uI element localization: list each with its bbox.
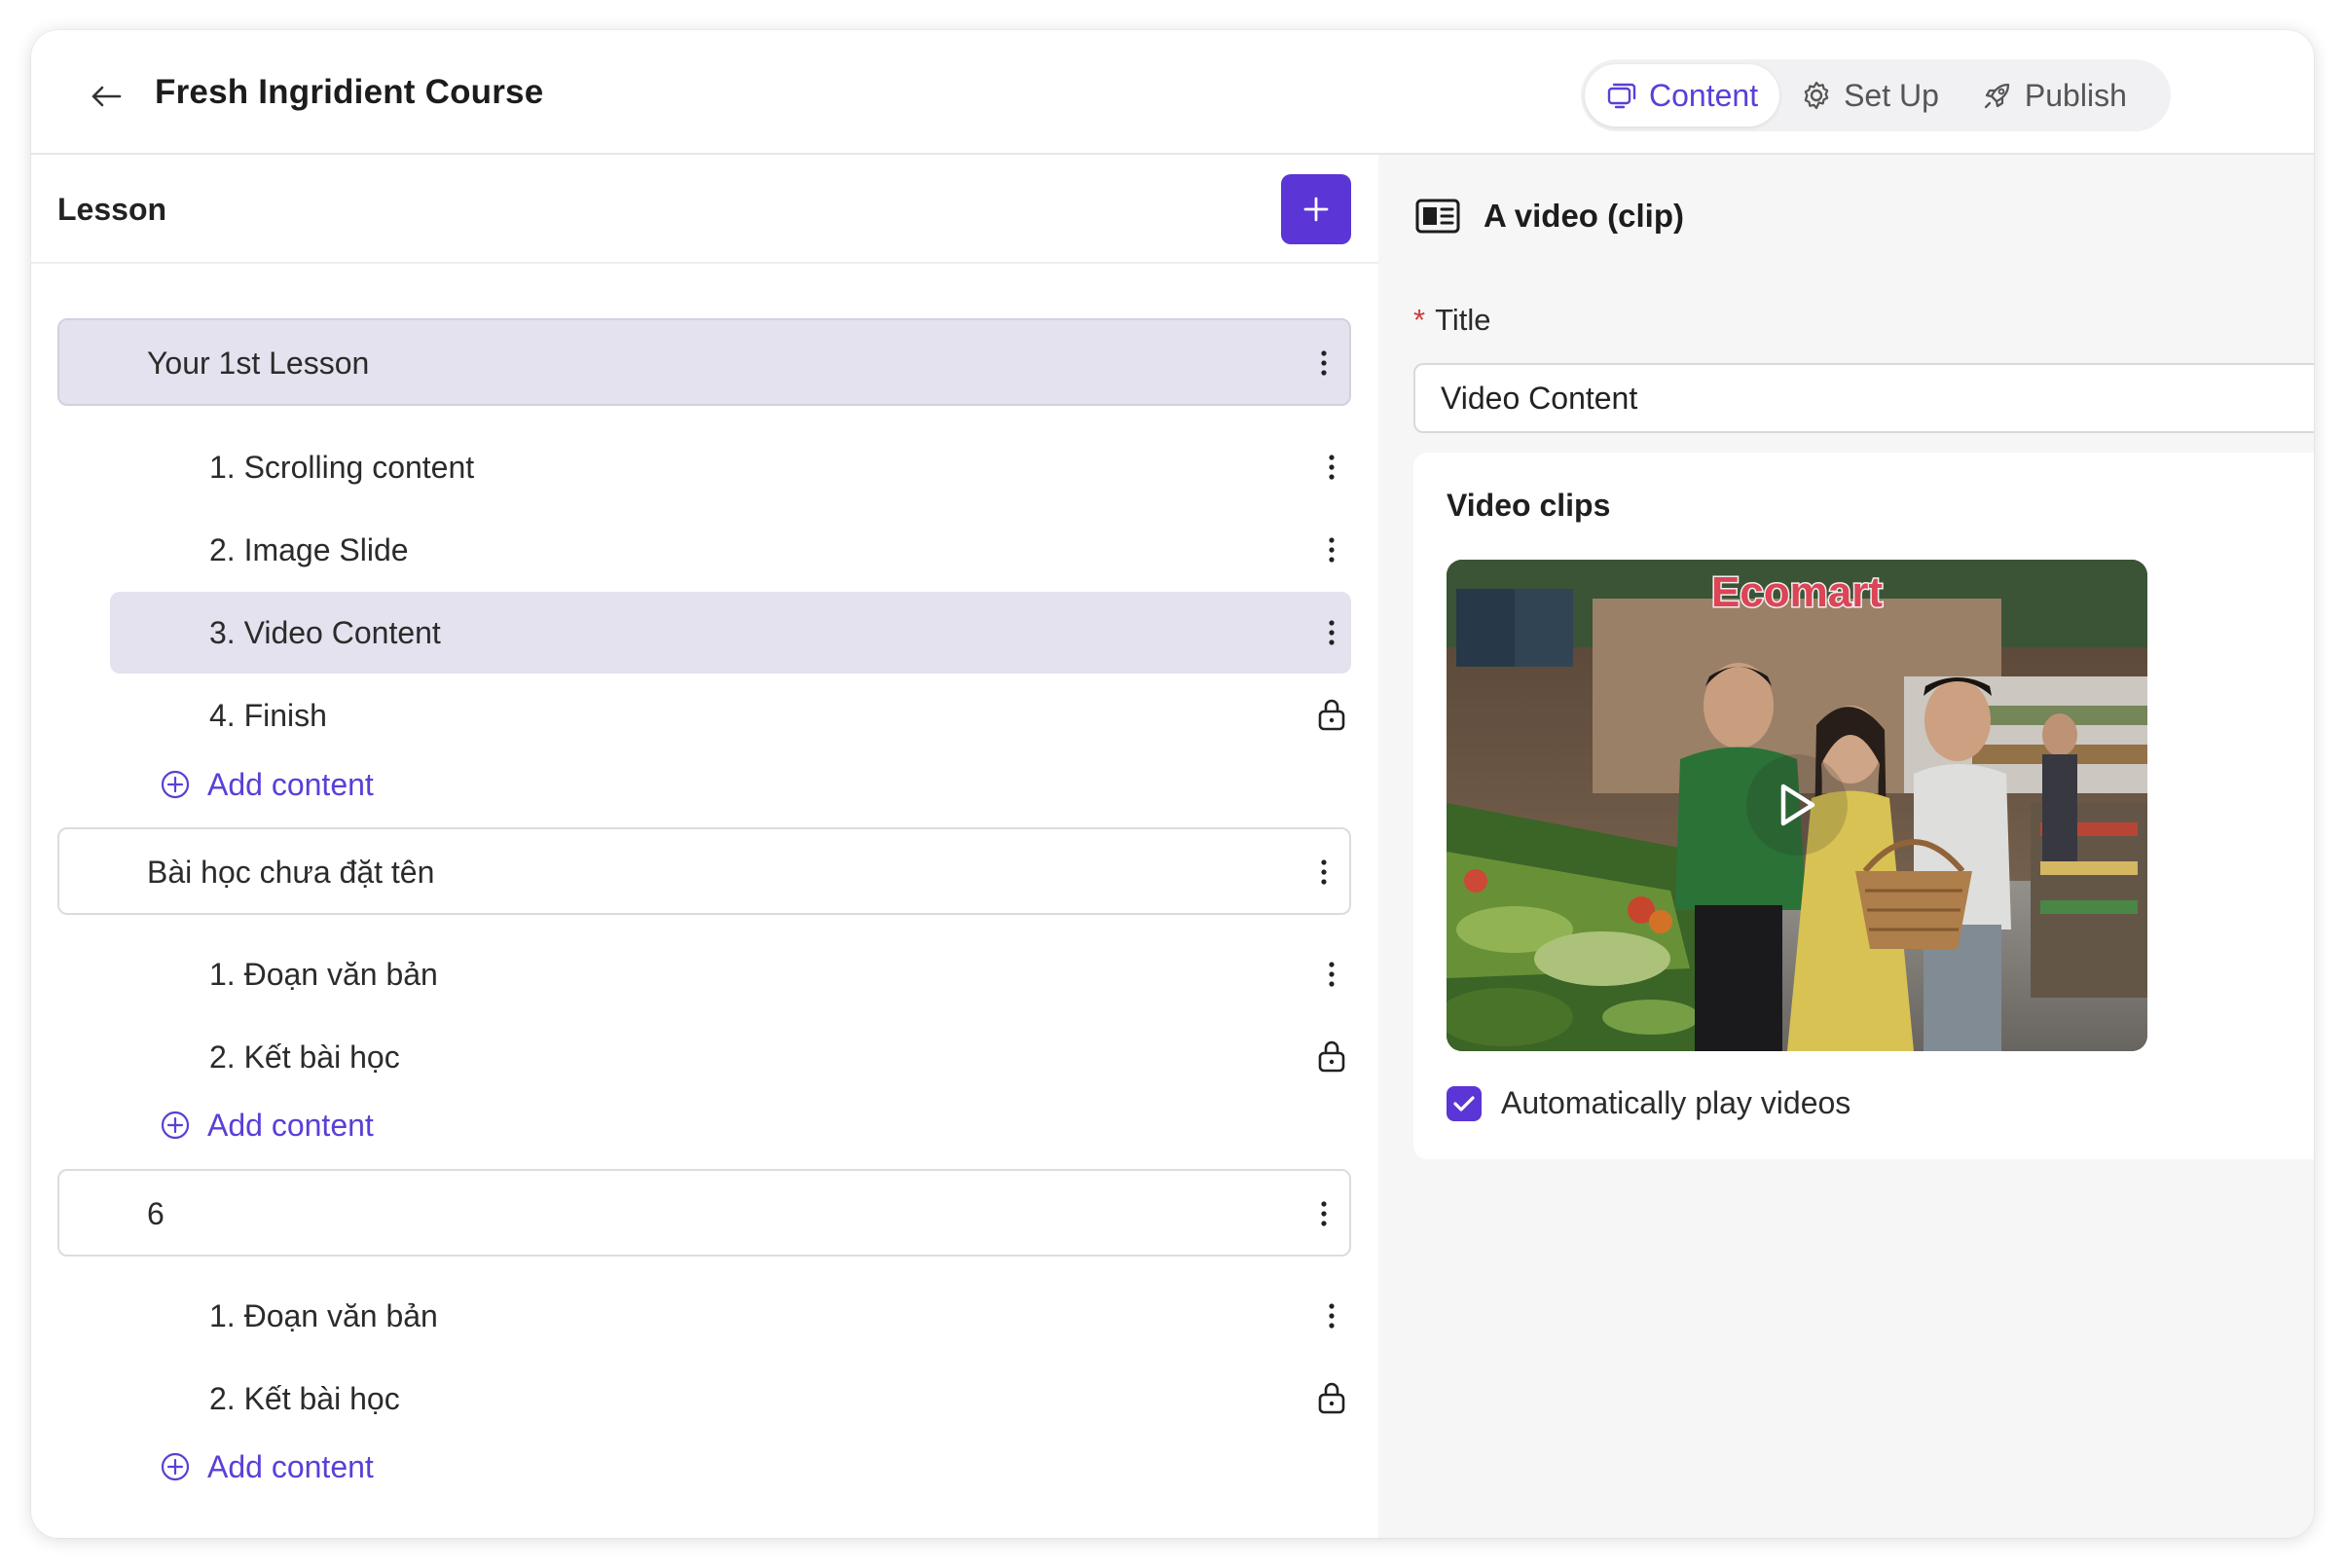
content-item-label: 1. Đoạn văn bản [209, 957, 438, 992]
plus-circle-icon [161, 770, 190, 799]
gear-icon [1804, 81, 1829, 110]
lesson-name: Your 1st Lesson [147, 346, 370, 381]
back-button[interactable] [82, 72, 130, 121]
plus-icon [1303, 197, 1329, 222]
more-vertical-icon [1321, 350, 1327, 376]
lesson-header: Lesson [31, 155, 1378, 264]
content-item-label: 2. Kết bài học [209, 1381, 400, 1416]
content-item-menu-button[interactable] [1317, 530, 1346, 569]
plus-circle-icon [161, 1111, 190, 1140]
add-content-label: Add content [207, 1448, 374, 1484]
content-type-header: A video (clip) [1415, 198, 1684, 235]
play-icon [1780, 784, 1815, 826]
content-item-label: 3. Video Content [209, 615, 441, 650]
tab-setup-label: Set Up [1844, 77, 1939, 113]
more-vertical-icon [1329, 962, 1335, 987]
mode-tabs: Content Set Up Publish [1581, 59, 2171, 131]
lesson-card[interactable]: Your 1st Lesson [57, 318, 1351, 406]
tab-publish[interactable]: Publish [1960, 64, 2148, 127]
add-content-button[interactable]: Add content [161, 1444, 374, 1489]
add-content-button[interactable]: Add content [161, 762, 374, 807]
plus-circle-icon [161, 1452, 190, 1481]
arrow-left-icon [92, 86, 122, 107]
play-button[interactable] [1746, 754, 1848, 856]
page-title: Fresh Ingridient Course [155, 73, 544, 111]
content-item[interactable]: 2. Image Slide [110, 509, 1351, 591]
content-item[interactable]: 4. Finish [110, 675, 1351, 756]
lesson-heading: Lesson [57, 192, 167, 227]
more-vertical-icon [1321, 1201, 1327, 1226]
video-card-icon [1415, 199, 1460, 234]
video-clips-card: Video clips Automatically play videos [1413, 453, 2314, 1159]
video-clips-heading: Video clips [1447, 488, 1611, 523]
content-icon [1607, 83, 1636, 109]
tab-content[interactable]: Content [1585, 64, 1780, 127]
content-item-label: 4. Finish [209, 698, 327, 733]
autoplay-label: Automatically play videos [1501, 1085, 1851, 1120]
lesson-name: 6 [147, 1196, 165, 1231]
content-item-label: 2. Kết bài học [209, 1039, 400, 1075]
content-item[interactable]: 1. Đoạn văn bản [110, 1275, 1351, 1357]
lesson-card[interactable]: 6 [57, 1169, 1351, 1257]
lock-icon [1318, 699, 1345, 731]
content-item-menu-button[interactable] [1317, 448, 1346, 487]
add-content-label: Add content [207, 766, 374, 802]
content-item-selected[interactable]: 3. Video Content [110, 592, 1351, 674]
content-item[interactable]: 1. Scrolling content [110, 426, 1351, 508]
lesson-menu-button[interactable] [1309, 344, 1338, 383]
content-item-label: 2. Image Slide [209, 532, 409, 567]
tab-content-label: Content [1649, 77, 1759, 113]
lesson-menu-button[interactable] [1309, 1194, 1338, 1233]
lesson-name: Bài học chưa đặt tên [147, 855, 435, 890]
video-thumbnail[interactable]: Ecomart [1447, 560, 2147, 1051]
content-item[interactable]: 2. Kết bài học [110, 1016, 1351, 1098]
title-field-label: * Title [1413, 303, 1491, 338]
add-content-button[interactable]: Add content [161, 1103, 374, 1148]
content-item-label: 1. Đoạn văn bản [209, 1298, 438, 1333]
content-editor-panel: A video (clip) * Title Video clips [1378, 155, 2314, 1538]
course-editor-window: Fresh Ingridient Course Content Set Up P… [31, 30, 2314, 1538]
content-item-menu-button[interactable] [1317, 1296, 1346, 1335]
lock-icon [1318, 1040, 1345, 1073]
lesson-menu-button[interactable] [1309, 853, 1338, 892]
title-input[interactable] [1413, 363, 2314, 433]
rocket-icon [1984, 83, 2010, 109]
tab-publish-label: Publish [2024, 77, 2127, 113]
more-vertical-icon [1329, 1303, 1335, 1329]
more-vertical-icon [1329, 620, 1335, 645]
top-bar: Fresh Ingridient Course Content Set Up P… [31, 30, 2314, 155]
add-lesson-button[interactable] [1281, 174, 1351, 244]
lesson-card[interactable]: Bài học chưa đặt tên [57, 827, 1351, 915]
content-item[interactable]: 1. Đoạn văn bản [110, 933, 1351, 1015]
lock-icon [1318, 1382, 1345, 1414]
more-vertical-icon [1329, 455, 1335, 480]
required-asterisk: * [1413, 303, 1426, 337]
add-content-label: Add content [207, 1107, 374, 1143]
content-item-menu-button[interactable] [1317, 613, 1346, 652]
checkmark-icon [1453, 1095, 1475, 1112]
autoplay-checkbox[interactable] [1447, 1085, 1482, 1121]
more-vertical-icon [1321, 859, 1327, 885]
tab-setup[interactable]: Set Up [1779, 64, 1960, 127]
content-item-label: 1. Scrolling content [209, 450, 475, 485]
lesson-sidebar: Lesson Your 1st Lesson 1. Scrolling cont… [31, 155, 1378, 1538]
content-type-label: A video (clip) [1484, 198, 1684, 234]
content-item[interactable]: 2. Kết bài học [110, 1358, 1351, 1440]
title-label-text: Title [1435, 303, 1491, 337]
autoplay-checkbox-row[interactable]: Automatically play videos [1447, 1085, 1850, 1121]
content-item-menu-button[interactable] [1317, 955, 1346, 994]
more-vertical-icon [1329, 537, 1335, 563]
